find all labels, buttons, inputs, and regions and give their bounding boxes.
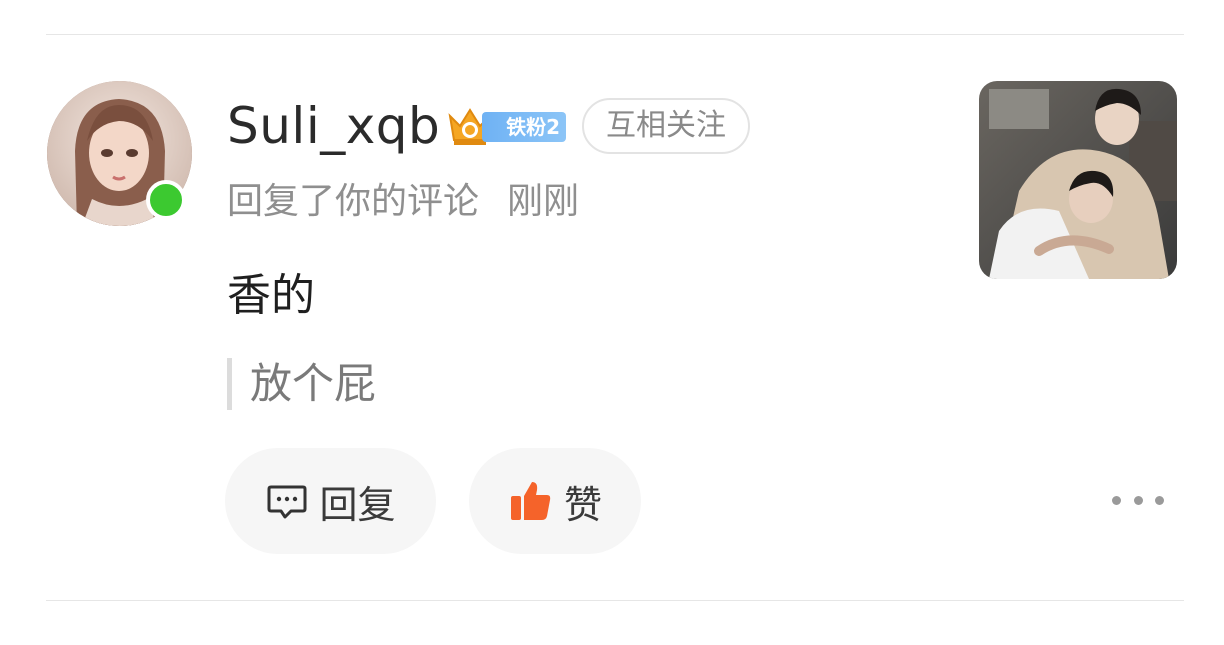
post-thumbnail[interactable] (979, 81, 1177, 279)
reply-button[interactable]: 回复 (225, 448, 436, 554)
like-button[interactable]: 赞 (469, 448, 641, 554)
thumbs-up-icon (508, 478, 554, 524)
top-divider (46, 34, 1184, 35)
reply-text[interactable]: 香的 (227, 266, 315, 326)
more-dots-icon[interactable] (1112, 484, 1164, 516)
username[interactable]: Suli_xqb (227, 96, 440, 156)
timestamp: 刚刚 (507, 181, 580, 222)
follow-status-button[interactable]: 互相关注 (582, 98, 750, 154)
like-label: 赞 (563, 482, 602, 527)
quoted-comment[interactable]: 放个屁 (227, 358, 376, 410)
bottom-divider (46, 600, 1184, 601)
fan-badge[interactable]: 铁粉2 (446, 104, 570, 148)
action-text: 回复了你的评论 (227, 181, 480, 222)
reply-label: 回复 (319, 482, 396, 527)
notification-meta: 回复了你的评论 刚刚 (227, 178, 579, 226)
comment-bubble-icon (265, 479, 309, 523)
fan-level-label: 铁粉2 (482, 112, 566, 142)
online-status-dot (146, 180, 186, 220)
